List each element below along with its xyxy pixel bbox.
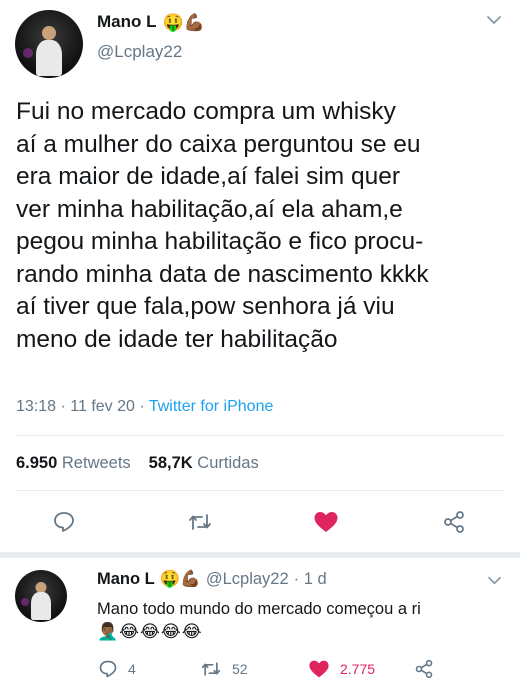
tweet-stats: 6.950 Retweets 58,7K Curtidas: [16, 454, 259, 473]
retweet-count: 52: [232, 661, 248, 677]
tweet-separator: [0, 552, 520, 558]
tweet-date[interactable]: 11 fev 20: [70, 398, 135, 415]
reply-retweet-button[interactable]: 52: [200, 659, 248, 679]
reply-share-button[interactable]: [414, 659, 434, 679]
retweet-arrows-icon: [189, 514, 211, 530]
chevron-down-icon[interactable]: [486, 14, 502, 26]
reply-handle[interactable]: @Lcplay22: [206, 570, 289, 589]
tweet-text: Fui no mercado compra um whisky aí a mul…: [16, 98, 429, 353]
heart-icon: [309, 660, 329, 678]
divider: [16, 490, 504, 491]
retweets-stat[interactable]: 6.950 Retweets: [16, 454, 131, 473]
reply-name-emojis: 🤑💪🏾: [159, 570, 201, 588]
likes-stat[interactable]: 58,7K Curtidas: [149, 454, 259, 473]
speech-bubble-icon: [54, 512, 74, 532]
reply-avatar[interactable]: [15, 570, 67, 622]
avatar[interactable]: [15, 10, 83, 78]
name-emojis: 🤑💪🏾: [162, 12, 205, 32]
chevron-down-icon[interactable]: [487, 575, 502, 586]
reply-header: Mano L 🤑💪🏾 @Lcplay22 · 1 d: [97, 570, 327, 589]
share-nodes-icon: [415, 659, 433, 679]
tweet-timestamp: 13:18 · 11 fev 20 · Twitter for iPhone: [16, 398, 274, 415]
heart-icon: [314, 512, 338, 532]
share-nodes-icon: [444, 511, 464, 533]
speech-bubble-icon: [99, 660, 117, 678]
author-name-row: Mano L 🤑💪🏾: [97, 12, 205, 32]
reply-time[interactable]: · 1 d: [294, 570, 327, 589]
reply-reply-button[interactable]: 4: [98, 659, 136, 679]
reply-emojis: 🤦🏾‍♂️😂😂😂😂: [97, 622, 203, 641]
reply-like-button[interactable]: 2.775: [308, 659, 375, 679]
like-count: 2.775: [340, 661, 376, 677]
reply-button[interactable]: [52, 510, 76, 534]
like-button[interactable]: [313, 510, 339, 534]
display-name[interactable]: Mano L: [97, 12, 157, 32]
reply-text: Mano todo mundo do mercado começou a ri: [97, 600, 421, 618]
retweet-arrows-icon: [201, 662, 221, 676]
user-handle[interactable]: @Lcplay22: [97, 42, 182, 62]
retweet-button[interactable]: [187, 510, 213, 534]
share-button[interactable]: [442, 510, 466, 534]
reply-display-name[interactable]: Mano L: [97, 570, 155, 589]
tweet-source[interactable]: Twitter for iPhone: [149, 398, 274, 415]
main-tweet: Mano L 🤑💪🏾 @Lcplay22 Fui no mercado comp…: [0, 0, 520, 552]
reply-count: 4: [128, 661, 136, 677]
tweet-time[interactable]: 13:18: [16, 398, 56, 415]
divider: [16, 435, 504, 436]
